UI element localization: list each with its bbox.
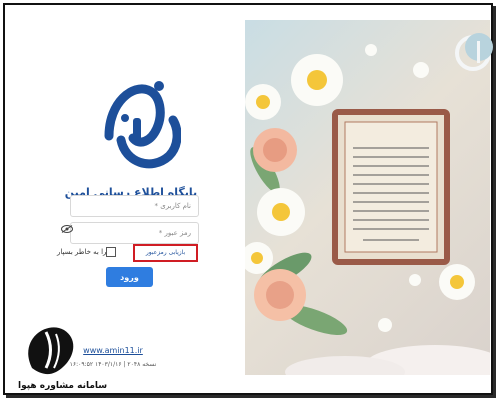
corner-logo-icon: [455, 33, 493, 71]
remember-me-label: مرا به خاطر بسپار: [57, 248, 111, 256]
username-input[interactable]: [70, 195, 199, 217]
remember-me-checkbox[interactable]: [106, 247, 116, 257]
decorative-image: [245, 20, 490, 375]
flowers-book-illustration: [245, 44, 490, 375]
forgot-password-link[interactable]: بازیابی رمزعبور: [133, 249, 198, 256]
hepwa-badge-text: سامانه مشاوره هپوا: [18, 381, 108, 391]
login-button[interactable]: ورود: [106, 267, 153, 287]
hide-password-icon[interactable]: [61, 225, 73, 233]
amin-logo-icon: [104, 81, 181, 169]
password-input[interactable]: [70, 222, 199, 244]
